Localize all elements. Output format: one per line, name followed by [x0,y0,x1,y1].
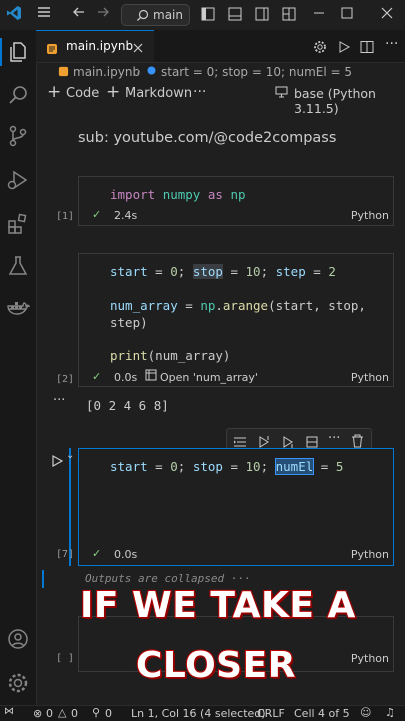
docker-icon[interactable] [6,296,31,320]
minimize-icon[interactable] [313,7,325,23]
maximize-icon[interactable] [341,7,353,23]
search-view-icon[interactable] [6,83,30,107]
run-cell-icon[interactable] [51,452,64,471]
breadcrumb-file[interactable]: main.ipynb [73,65,140,79]
code-line-assign[interactable]: start = 0; stop = 10; step = 2 [110,264,336,279]
toggle-secondary-sidebar-icon[interactable] [255,7,269,25]
source-control-icon[interactable] [6,124,30,148]
variable-view-icon [145,369,157,384]
copilot-icon[interactable]: ☺ [360,706,371,719]
editor-tab-strip: main.ipynb ··· [36,30,405,63]
success-check-icon: ✓ [92,547,102,560]
execution-time: 0.0s [114,371,138,384]
activity-bar [0,30,37,705]
open-variable-link[interactable]: Open 'num_array' [160,371,258,384]
execution-count: [7] [56,549,75,560]
caption-line-2: CLOSER [135,644,296,687]
breadcrumb-cell-icon [146,65,157,79]
extensions-icon[interactable] [6,212,30,236]
run-options-chevron-icon[interactable]: ⌄ [66,450,74,461]
cell-language[interactable]: Python [351,548,389,561]
end-of-line[interactable]: CRLF [257,707,285,720]
cell-language[interactable]: Python [351,371,389,384]
more-actions-icon[interactable]: ··· [385,36,398,52]
toolbar-more-button[interactable]: ··· [193,84,206,100]
cell-output: [0 2 4 6 8] [86,398,169,413]
add-code-button[interactable]: Code [66,86,99,101]
breadcrumb-chevron-icon: › [136,64,141,78]
customize-layout-icon[interactable] [282,7,296,25]
cell-indicator[interactable]: Cell 4 of 5 [294,707,350,720]
execution-count: [1] [56,211,75,222]
warning-count[interactable]: 0 [71,707,78,720]
title-bar: main [0,0,405,30]
ports-icon: ⚲ [92,706,101,719]
status-bar: ⋈ ⊗ 0 △ 0 ⚲ 0 Ln 1, Col 16 (4 selected) … [0,705,405,721]
kernel-icon [275,85,288,102]
cell-language[interactable]: Python [351,209,389,222]
output-indicator [42,570,44,588]
code-line-import[interactable]: import numpy as np [110,187,246,202]
cell-more-icon[interactable]: ··· [328,431,340,446]
toggle-primary-sidebar-icon[interactable] [201,7,215,25]
remote-indicator-icon[interactable]: ⋈ [4,706,14,717]
breadcrumb: main.ipynb › start = 0; stop = 10; numEl… [36,62,405,82]
explorer-icon[interactable] [6,40,30,64]
caption-line-1: IF WE TAKE A [79,584,356,627]
execution-time: 2.4s [114,209,138,222]
toggle-panel-icon[interactable] [228,7,242,25]
run-debug-icon[interactable] [6,168,30,192]
execution-count: [ ] [56,653,75,664]
code-line-arange[interactable]: num_array = np.arange(start, stop, [110,298,366,313]
testing-flask-icon[interactable] [6,254,30,278]
error-count[interactable]: 0 [46,707,53,720]
markdown-cell-text: sub: youtube.com/@code2compass [78,130,337,146]
command-center-search[interactable]: main [121,4,190,26]
accounts-icon[interactable] [6,627,30,651]
success-check-icon: ✓ [92,208,102,221]
close-tab-icon[interactable] [132,39,144,58]
split-editor-icon[interactable] [360,39,374,58]
execution-count: [2] [56,374,75,385]
notebook-file-icon [46,40,58,59]
add-code-plus-icon: + [47,82,62,102]
execution-time: 0.0s [114,548,138,561]
add-markdown-button[interactable]: Markdown [125,86,192,101]
notebook-settings-gear-icon[interactable] [313,39,327,58]
search-icon [136,8,149,28]
menu-icon[interactable] [36,4,52,24]
code-line-arange-cont[interactable]: step) [110,315,148,330]
selected-text: numEl [274,458,315,475]
add-markdown-plus-icon: + [106,82,121,102]
vscode-logo-icon [6,5,22,25]
active-indicator [0,38,2,66]
manage-gear-icon[interactable] [6,671,30,695]
forward-arrow-icon[interactable] [96,5,110,23]
cursor-position[interactable]: Ln 1, Col 16 (4 selected) [131,707,266,720]
outputs-collapsed-note[interactable]: Outputs are collapsed ··· [85,572,251,585]
tab-label: main.ipynb [66,39,134,53]
close-window-icon[interactable] [381,7,393,23]
warning-icon: △ [58,706,67,719]
breadcrumb-symbol[interactable]: start = 0; stop = 10; numEl = 5 [161,65,352,79]
back-arrow-icon[interactable] [72,5,86,23]
notebook-toolbar: + Code + Markdown ··· base (Python 3.11.… [36,82,405,116]
notifications-bell-icon[interactable]: ♫ [385,706,395,719]
run-all-icon[interactable] [337,39,351,58]
search-text: main [153,8,183,22]
error-icon: ⊗ [33,707,43,720]
code-line-print[interactable]: print(num_array) [110,348,230,363]
cell-language[interactable]: Python [351,652,389,665]
ports-count[interactable]: 0 [105,707,112,720]
code-line-assign-active[interactable]: start = 0; stop = 10; numEl = 5 [110,458,343,475]
kernel-selector[interactable]: base (Python 3.11.5) [294,86,405,116]
breadcrumb-notebook-icon [58,66,69,80]
output-more-button[interactable]: ··· [53,393,65,408]
success-check-icon: ✓ [92,370,102,383]
tab-main-ipynb[interactable]: main.ipynb [36,30,154,62]
